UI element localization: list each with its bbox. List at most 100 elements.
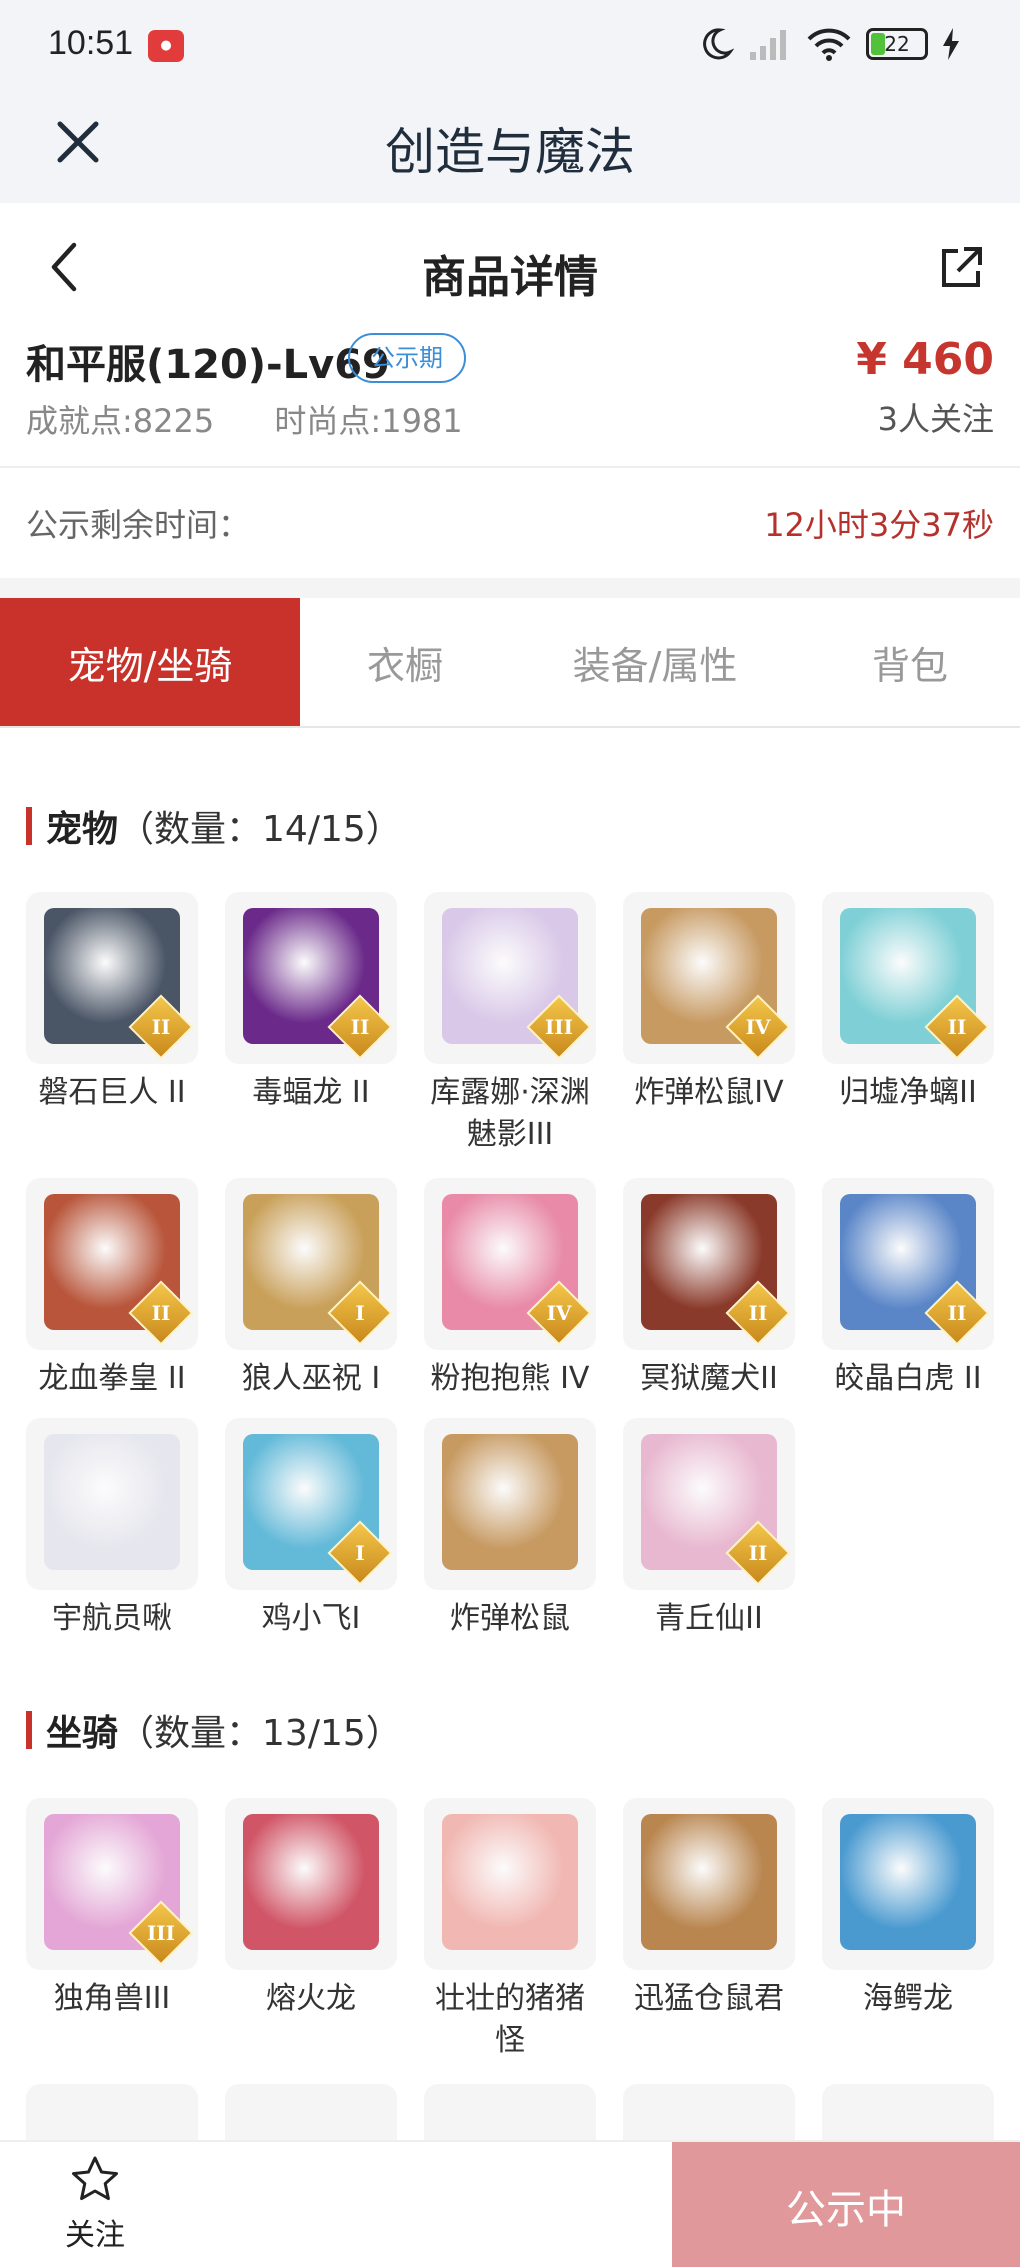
fashion-value: 1981 [381, 402, 463, 440]
share-icon[interactable] [936, 243, 986, 293]
mount-item[interactable]: 海鳄龙 [822, 1798, 994, 2020]
mount-item[interactable]: III 独角兽III [26, 1798, 198, 2020]
rank-label: IV [745, 1015, 771, 1039]
rank-label: I [355, 1301, 365, 1325]
pet-thumbnail[interactable]: II [623, 1178, 795, 1350]
mount-thumb-partial[interactable] [225, 2084, 397, 2140]
bottom-action-bar: 关注 公示中 [0, 2140, 1020, 2267]
item-stats: 成就点:8225 时尚点:1981 [26, 396, 513, 442]
mount-thumbnail[interactable] [225, 1798, 397, 1970]
mount-thumbnail[interactable]: III [26, 1798, 198, 1970]
pet-item[interactable]: IV 炸弹松鼠IV [623, 892, 795, 1114]
section-gap [0, 578, 1020, 598]
mount-thumb-partial[interactable] [822, 2084, 994, 2140]
rank-label: II [151, 1015, 171, 1039]
mount-thumbnail[interactable] [623, 1798, 795, 1970]
rank-label: II [947, 1301, 967, 1325]
mount-thumb-partial[interactable] [26, 2084, 198, 2140]
pet-name: 青丘仙II [655, 1601, 763, 1636]
mount-image [840, 1814, 976, 1950]
follow-button[interactable]: 关注 [40, 2154, 150, 2264]
pet-item[interactable]: II 青丘仙II [623, 1418, 795, 1640]
mount-thumb-partial[interactable] [424, 2084, 596, 2140]
tab-pets-mounts[interactable]: 宠物/坐骑 [0, 598, 300, 726]
rank-label: IV [546, 1301, 572, 1325]
mount-item[interactable]: 壮壮的猪猪怪 [424, 1798, 596, 2062]
divider [0, 466, 1020, 468]
achievement-points: 成就点:8225 [26, 402, 214, 440]
pet-thumbnail[interactable]: I [225, 1178, 397, 1350]
pet-thumbnail[interactable]: IV [424, 1178, 596, 1350]
mount-name: 迅猛仓鼠君 [634, 1981, 784, 2016]
mounts-grid-partial-row [26, 2084, 996, 2140]
follow-label: 关注 [65, 2218, 125, 2253]
pet-item[interactable]: IV 粉抱抱熊 IV [424, 1178, 596, 1400]
pet-item[interactable]: III 库露娜·深渊魅影III [424, 892, 596, 1156]
status-time: 10:51 [48, 24, 134, 62]
rank-label: III [544, 1015, 574, 1039]
pets-section-title: 宠物 （数量：14/15） [26, 800, 402, 852]
pet-thumbnail[interactable]: III [424, 892, 596, 1064]
publicity-status-button[interactable]: 公示中 [672, 2142, 1020, 2267]
pet-item[interactable]: I 鸡小飞I [225, 1418, 397, 1640]
pet-name: 归墟净螭II [839, 1075, 977, 1110]
pet-name: 炸弹松鼠IV [634, 1075, 784, 1110]
app-title: 创造与魔法 [385, 123, 635, 181]
achievement-value: 8225 [132, 402, 215, 440]
rank-label: II [350, 1015, 370, 1039]
pet-name: 龙血拳皇 II [38, 1361, 186, 1396]
wifi-icon [807, 28, 851, 61]
pet-item[interactable]: II 毒蝠龙 II [225, 892, 397, 1114]
rank-label: II [748, 1541, 768, 1565]
tab-backpack[interactable]: 背包 [800, 598, 1020, 726]
rank-label: II [151, 1301, 171, 1325]
pet-item[interactable]: 宇航员啾 [26, 1418, 198, 1640]
pet-thumbnail[interactable]: II [623, 1418, 795, 1590]
fashion-label: 时尚点: [274, 402, 382, 440]
detail-header: 商品详情 [0, 203, 1020, 333]
mount-item[interactable]: 熔火龙 [225, 1798, 397, 2020]
pet-thumbnail[interactable]: II [822, 892, 994, 1064]
app-notification-icon: ● [148, 30, 184, 62]
pet-item[interactable]: I 狼人巫祝 I [225, 1178, 397, 1400]
item-price: ¥ 460 [856, 334, 994, 385]
pet-name: 粉抱抱熊 IV [430, 1361, 590, 1396]
pet-name: 狼人巫祝 I [241, 1361, 381, 1396]
tab-equipment[interactable]: 装备/属性 [510, 598, 800, 726]
mount-name: 海鳄龙 [863, 1981, 953, 2016]
mounts-count: （数量：13/15） [118, 1713, 402, 1754]
pet-item[interactable]: II 磐石巨人 II [26, 892, 198, 1114]
battery-level: 22 [884, 32, 910, 56]
pet-name: 宇航员啾 [52, 1601, 172, 1636]
rank-label: II [748, 1301, 768, 1325]
pet-thumbnail[interactable]: II [26, 892, 198, 1064]
pet-item[interactable]: II 皎晶白虎 II [822, 1178, 994, 1400]
pet-thumbnail[interactable]: IV [623, 892, 795, 1064]
pet-thumbnail[interactable] [26, 1418, 198, 1590]
mount-thumb-partial[interactable] [623, 2084, 795, 2140]
tab-bar: 宠物/坐骑 衣橱 装备/属性 背包 [0, 598, 1020, 728]
achievement-label: 成就点: [26, 402, 133, 440]
countdown-value: 12小时3分37秒 [764, 506, 994, 544]
pet-item[interactable]: II 龙血拳皇 II [26, 1178, 198, 1400]
mounts-section-title: 坐骑 （数量：13/15） [26, 1704, 402, 1756]
pet-name: 库露娜·深渊魅影III [430, 1075, 590, 1152]
pet-image [44, 1434, 180, 1570]
status-bar: 10:51 ● 22 [0, 0, 1020, 90]
pet-thumbnail[interactable]: II [225, 892, 397, 1064]
pet-thumbnail[interactable]: II [26, 1178, 198, 1350]
pet-item[interactable]: 炸弹松鼠 [424, 1418, 596, 1640]
pet-thumbnail[interactable] [424, 1418, 596, 1590]
mounts-title: 坐骑 [46, 1713, 119, 1754]
app-bar: 创造与魔法 [0, 90, 1020, 203]
pet-item[interactable]: II 冥狱魔犬II [623, 1178, 795, 1400]
mount-item[interactable]: 迅猛仓鼠君 [623, 1798, 795, 2020]
pet-thumbnail[interactable]: I [225, 1418, 397, 1590]
mount-thumbnail[interactable] [424, 1798, 596, 1970]
mount-thumbnail[interactable] [822, 1798, 994, 1970]
pet-item[interactable]: II 归墟净螭II [822, 892, 994, 1114]
pet-thumbnail[interactable]: II [822, 1178, 994, 1350]
rank-label: III [146, 1921, 176, 1945]
moon-icon [703, 28, 734, 60]
tab-wardrobe[interactable]: 衣橱 [300, 598, 510, 726]
